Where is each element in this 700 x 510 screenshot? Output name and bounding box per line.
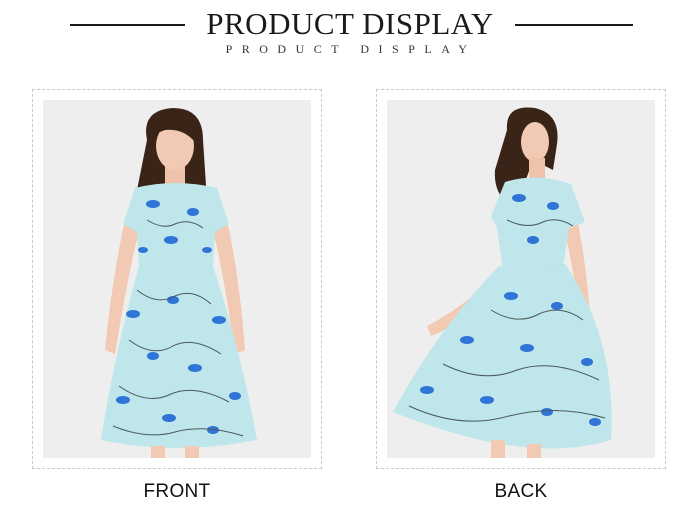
back-view-label: BACK [494, 481, 548, 502]
front-dress-illustration [43, 100, 311, 458]
back-photo-frame [376, 89, 666, 469]
page-title: PRODUCT DISPLAY [206, 6, 494, 41]
back-product-photo [387, 100, 655, 458]
page-subtitle: PRODUCT DISPLAY [225, 42, 477, 56]
front-photo-frame [32, 89, 322, 469]
front-product-photo [43, 100, 311, 458]
back-dress-illustration [387, 100, 655, 458]
title-divider-right [515, 24, 633, 26]
front-view-label: FRONT [143, 481, 211, 502]
title-divider-left [70, 24, 185, 26]
